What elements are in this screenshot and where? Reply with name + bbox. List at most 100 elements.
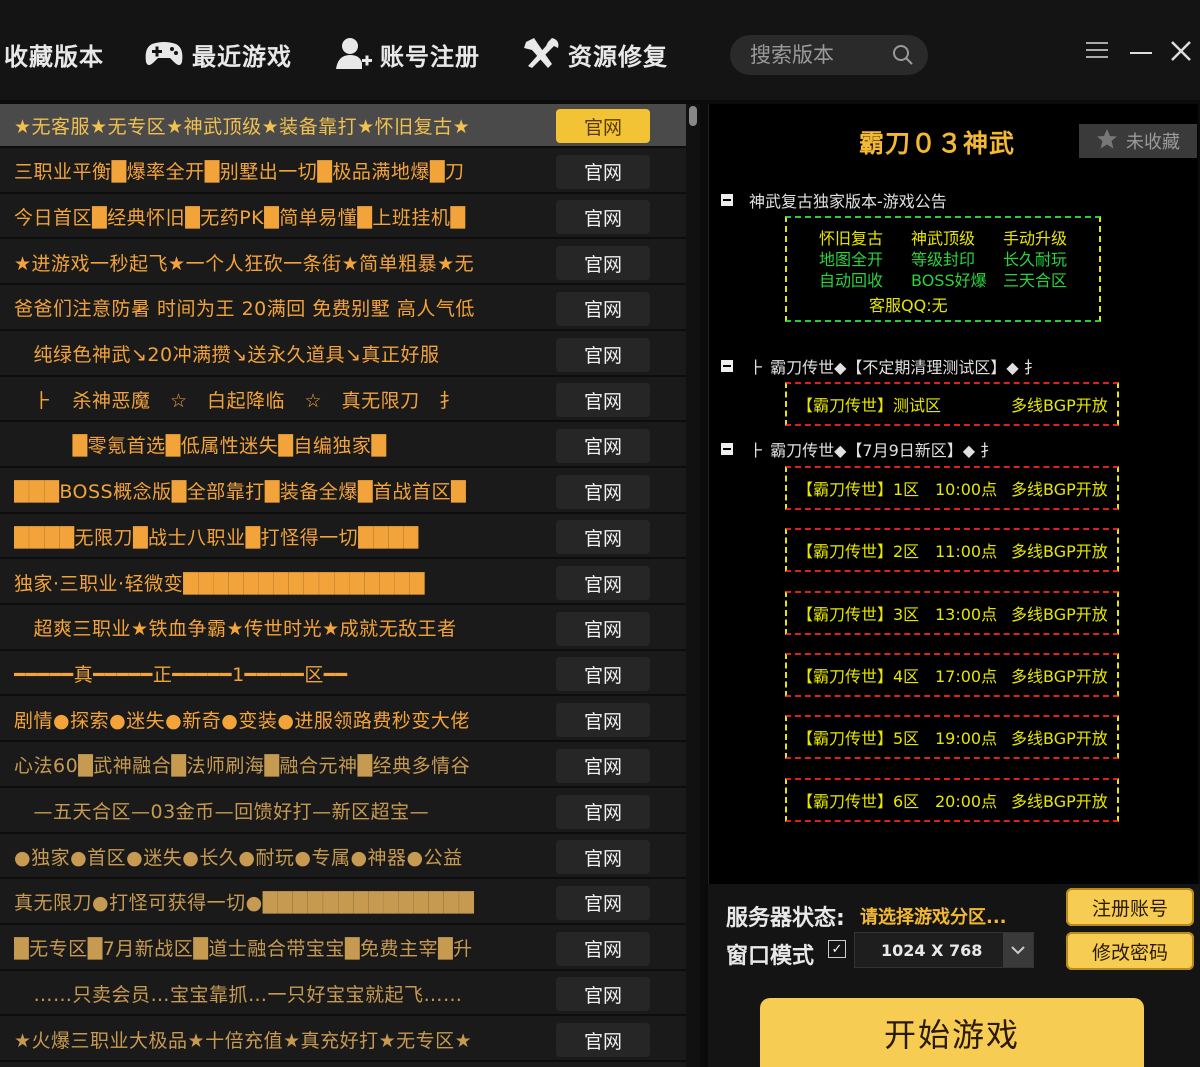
list-item[interactable]: 爸爸们注意防暑 时间为王 20满回 免费别墅 高人气低 官网	[0, 287, 686, 331]
notice-feature: 自动回收	[819, 271, 884, 290]
server-name: 【霸刀传世】4区	[797, 666, 920, 686]
gamepad-icon	[144, 40, 184, 68]
server-name: 【霸刀传世】1区	[797, 480, 920, 499]
search-box[interactable]	[730, 35, 928, 75]
official-site-button[interactable]: 官网	[556, 154, 650, 189]
list-item[interactable]: 独家·三职业·轻微变████████████████ 官网	[0, 561, 686, 605]
list-item-name: 心法60█武神融合█法师刷海█融合元神█经典多情谷	[14, 755, 471, 778]
server-entry[interactable]: 【霸刀传世】1区 10:00点 多线BGP开放	[785, 466, 1119, 510]
favorite-label: 未收藏	[1126, 132, 1180, 153]
official-site-button[interactable]: 官网	[556, 337, 650, 372]
official-site-button[interactable]: 官网	[556, 977, 650, 1012]
list-item[interactable]: 今日首区█经典怀旧█无药PK█简单易懂█上班挂机█ 官网	[0, 195, 686, 240]
official-site-button[interactable]: 官网	[556, 520, 650, 555]
list-item[interactable]: 真无限刀●打怪可获得一切●██████████████ 官网	[0, 881, 686, 925]
resolution-select[interactable]: 1024 X 768	[854, 932, 1034, 968]
list-item[interactable]: ⺊ 杀神恶魔 ☆ 白起降临 ☆ 真无限刀 ⺘ 官网	[0, 378, 686, 423]
start-game-button[interactable]: 开始游戏	[760, 998, 1144, 1067]
collapse-icon[interactable]	[721, 443, 733, 455]
chevron-down-icon[interactable]	[1003, 933, 1033, 967]
menu-icon[interactable]	[1086, 40, 1108, 64]
list-item[interactable]: 纯绿色神武↘20冲满攒↘送永久道具↘真正好服 官网	[0, 333, 686, 377]
favorite-button[interactable]: 未收藏	[1079, 124, 1197, 158]
list-item-name: ……只卖会员…宝宝靠抓…一只好宝宝就起飞……	[14, 983, 463, 1006]
collapse-icon[interactable]	[721, 194, 733, 206]
tree-node-test[interactable]: ⺊ 霸刀传世◆【不定期清理测试区】◆ ⺘	[721, 354, 1040, 378]
notice-feature: 神武顶级	[911, 229, 976, 248]
official-site-button[interactable]: 官网	[556, 200, 650, 235]
official-site-button[interactable]: 官网	[556, 383, 650, 418]
server-open-status: 多线BGP开放	[1011, 791, 1108, 811]
list-item[interactable]: ━━━━━真━━━━━正━━━━━1━━━━━区━━ 官网	[0, 652, 686, 697]
window-mode-checkbox[interactable]: ✓	[828, 940, 846, 958]
official-site-button[interactable]: 官网	[556, 109, 650, 143]
official-site-button[interactable]: 官网	[556, 748, 650, 783]
official-site-button[interactable]: 官网	[556, 246, 650, 281]
nav-register[interactable]: 账号注册	[336, 32, 480, 76]
list-item[interactable]: █零氪首选█低属性迷失█自编独家█ 官网	[0, 424, 686, 468]
list-item[interactable]: ●独家●首区●迷失●长久●耐玩●专属●神器●公益 官网	[0, 835, 686, 880]
list-item[interactable]: 超爽三职业★铁血争霸★传世时光★成就无敌王者 官网	[0, 607, 686, 651]
nav-repair[interactable]: 资源修复	[522, 32, 668, 76]
list-item[interactable]: ……只卖会员…宝宝靠抓…一只好宝宝就起飞…… 官网	[0, 972, 686, 1017]
official-site-button[interactable]: 官网	[556, 428, 650, 463]
server-name: 【霸刀传世】3区	[797, 604, 920, 624]
server-entry[interactable]: 【霸刀传世】5区 19:00点 多线BGP开放	[785, 715, 1119, 760]
server-time: 19:00点	[935, 729, 998, 749]
tree-node-new[interactable]: ⺊ 霸刀传世◆【7月9日新区】◆ ⺘	[721, 437, 996, 461]
server-entry[interactable]: 【霸刀传世】6区 20:00点 多线BGP开放	[785, 777, 1119, 822]
list-item[interactable]: 剧情●探索●迷失●新奇●变装●进服领路费秒变大佬 官网	[0, 698, 686, 743]
list-item[interactable]: ★火爆三职业大极品★十倍充值★真充好打★无专区★ 官网	[0, 1018, 686, 1062]
tree-node-notice[interactable]: 神武复古独家版本-游戏公告	[721, 188, 947, 212]
list-item-name: 今日首区█经典怀旧█无药PK█简单易懂█上班挂机█	[14, 206, 466, 229]
official-site-button[interactable]: 官网	[556, 566, 650, 600]
list-scrollbar[interactable]	[686, 104, 700, 1067]
server-entry[interactable]: 【霸刀传世】4区 17:00点 多线BGP开放	[785, 652, 1119, 697]
register-account-button[interactable]: 注册账号	[1066, 888, 1194, 926]
list-item-name: █无专区█7月新战区█道士融合带宝宝█免费主宰█升	[14, 938, 473, 961]
nav-recent-games[interactable]: 最近游戏	[144, 32, 292, 76]
tools-icon	[522, 36, 560, 72]
list-item-name: ███BOSS概念版█全部靠打█装备全爆█首战首区█	[14, 481, 467, 504]
official-site-button[interactable]: 官网	[556, 931, 650, 966]
scrollbar-thumb[interactable]	[689, 106, 697, 126]
server-open-status: 多线BGP开放	[1011, 480, 1108, 499]
list-item-name: ★火爆三职业大极品★十倍充值★真充好打★无专区★	[14, 1029, 473, 1052]
list-item[interactable]: 三职业平衡█爆率全开█别墅出一切█极品满地爆█刀 官网	[0, 150, 686, 194]
list-item[interactable]: █无专区█7月新战区█道士融合带宝宝█免费主宰█升 官网	[0, 927, 686, 971]
minimize-icon[interactable]	[1130, 40, 1152, 64]
server-entry[interactable]: 【霸刀传世】测试区 多线BGP开放	[785, 382, 1119, 426]
list-item[interactable]: ████无限刀█战士八职业█打怪得一切████ 官网	[0, 515, 686, 560]
official-site-button[interactable]: 官网	[556, 291, 650, 326]
group2-heading: ⺊ 霸刀传世◆【7月9日新区】◆ ⺘	[749, 441, 997, 460]
version-list: ★无客服★无专区★神武顶级★装备靠打★怀旧复古★ 官网 三职业平衡█爆率全开█别墅出…	[0, 104, 686, 1067]
official-site-button[interactable]: 官网	[556, 794, 650, 829]
server-time: 17:00点	[935, 666, 998, 686]
list-item[interactable]: 心法60█武神融合█法师刷海█融合元神█经典多情谷 官网	[0, 744, 686, 788]
list-item[interactable]: ███BOSS概念版█全部靠打█装备全爆█首战首区█ 官网	[0, 470, 686, 514]
list-item[interactable]: ★无客服★无专区★神武顶级★装备靠打★怀旧复古★ 官网	[0, 104, 686, 148]
official-site-button[interactable]: 官网	[556, 840, 650, 875]
official-site-button[interactable]: 官网	[556, 1023, 650, 1057]
close-icon[interactable]	[1170, 40, 1192, 66]
server-time: 20:00点	[935, 791, 998, 811]
official-site-button[interactable]: 官网	[556, 611, 650, 646]
server-status-value: 请选择游戏分区...	[860, 907, 1007, 928]
list-item[interactable]: —五天合区—03金币—回馈好打—新区超宝— 官网	[0, 790, 686, 834]
search-icon[interactable]	[892, 44, 914, 70]
list-item-name: ★无客服★无专区★神武顶级★装备靠打★怀旧复古★	[14, 115, 471, 138]
nav-favorites[interactable]: 收藏版本	[4, 32, 104, 76]
server-entry[interactable]: 【霸刀传世】2区 11:00点 多线BGP开放	[785, 528, 1119, 573]
server-name: 【霸刀传世】测试区	[797, 396, 942, 415]
notice-qq: 客服QQ:无	[869, 296, 948, 315]
official-site-button[interactable]: 官网	[556, 657, 650, 692]
search-input[interactable]	[750, 43, 880, 67]
server-entry[interactable]: 【霸刀传世】3区 13:00点 多线BGP开放	[785, 590, 1119, 635]
official-site-button[interactable]: 官网	[556, 703, 650, 738]
collapse-icon[interactable]	[721, 360, 733, 372]
official-site-button[interactable]: 官网	[556, 474, 650, 509]
list-item[interactable]: ★进游戏一秒起飞★一个人狂砍一条街★简单粗暴★无 官网	[0, 241, 686, 286]
official-site-button[interactable]: 官网	[556, 885, 650, 920]
detail-panel: 霸刀０３神武 未收藏 神武复古独家版本-游戏公告 怀旧复古 神武顶级 手动升级 地图全…	[708, 104, 1198, 884]
change-password-button[interactable]: 修改密码	[1066, 932, 1194, 970]
